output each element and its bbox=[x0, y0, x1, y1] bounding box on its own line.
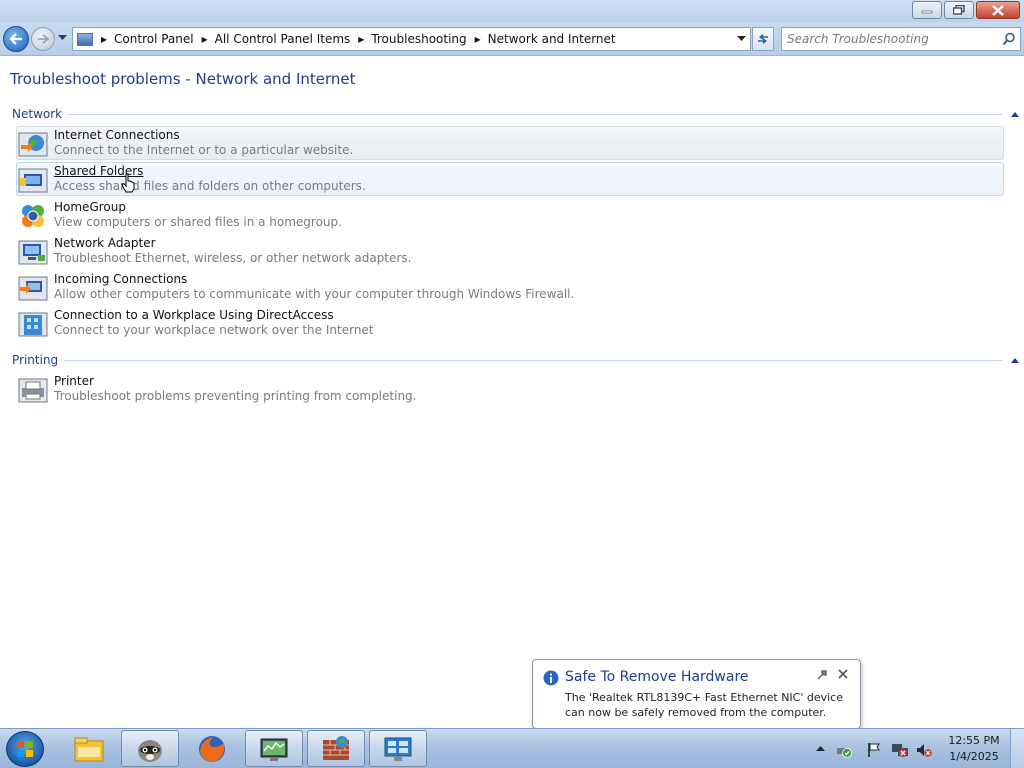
item-desc: Access shared files and folders on other… bbox=[54, 179, 366, 193]
list-item-homegroup[interactable]: HomeGroup View computers or shared files… bbox=[16, 198, 1004, 232]
hand-cursor-icon bbox=[121, 173, 135, 193]
raccoon-icon bbox=[138, 739, 162, 762]
balloon-message: The 'Realtek RTL8139C+ Fast Ethernet NIC… bbox=[565, 691, 844, 719]
control-panel-icon bbox=[77, 32, 93, 46]
action-center-flag-icon[interactable] bbox=[866, 742, 882, 758]
section-divider bbox=[64, 359, 1002, 361]
refresh-icon bbox=[758, 34, 768, 44]
back-arrow-icon bbox=[9, 33, 22, 45]
close-icon[interactable] bbox=[838, 669, 848, 679]
window-controls bbox=[912, 1, 1020, 19]
taskbar-network-monitor[interactable] bbox=[245, 730, 303, 767]
item-name: Internet Connections bbox=[54, 128, 180, 142]
network-disconnected-icon[interactable] bbox=[891, 742, 909, 758]
address-bar[interactable]: ▸ Control Panel ▸ All Control Panel Item… bbox=[72, 27, 751, 51]
show-hidden-icons-button[interactable] bbox=[816, 745, 825, 751]
wrench-options-icon[interactable] bbox=[816, 669, 828, 681]
clock-time: 12:55 PM bbox=[948, 734, 1000, 747]
search-input[interactable] bbox=[782, 28, 992, 50]
network-adapter-icon bbox=[18, 240, 48, 265]
item-desc: Connect to your workplace network over t… bbox=[54, 323, 374, 337]
restore-icon bbox=[953, 5, 965, 15]
notification-balloon[interactable]: Safe To Remove Hardware The 'Realtek RTL… bbox=[532, 659, 861, 741]
shared-folders-icon bbox=[18, 168, 48, 193]
printer-icon bbox=[18, 378, 48, 403]
clock-date: 1/4/2025 bbox=[949, 750, 999, 763]
directaccess-icon bbox=[18, 312, 48, 337]
maximize-button[interactable] bbox=[944, 1, 974, 19]
safely-remove-hardware-icon[interactable] bbox=[836, 742, 852, 758]
minimize-button[interactable] bbox=[912, 1, 942, 19]
item-name: HomeGroup bbox=[54, 200, 126, 214]
taskbar-firewall-app[interactable] bbox=[307, 730, 365, 767]
page-title: Troubleshoot problems - Network and Inte… bbox=[10, 70, 356, 88]
info-icon bbox=[543, 670, 559, 686]
system-clock[interactable]: 12:55 PM 1/4/2025 bbox=[941, 733, 1007, 765]
control-panel-icon bbox=[384, 737, 412, 761]
item-name: Printer bbox=[54, 374, 94, 388]
chevron-right-icon[interactable]: ▸ bbox=[101, 32, 107, 46]
taskbar-firefox[interactable] bbox=[183, 730, 241, 767]
refresh-button[interactable] bbox=[752, 27, 774, 51]
main-content: Troubleshoot problems - Network and Inte… bbox=[0, 57, 1024, 728]
item-name: Connection to a Workplace Using DirectAc… bbox=[54, 308, 334, 322]
list-item-directaccess[interactable]: Connection to a Workplace Using DirectAc… bbox=[16, 306, 1004, 340]
window-title-bar bbox=[0, 0, 1024, 22]
volume-muted-icon[interactable] bbox=[916, 742, 932, 758]
list-item-internet-connections[interactable]: Internet Connections Connect to the Inte… bbox=[16, 126, 1004, 160]
section-label: Network bbox=[12, 107, 69, 121]
section-header: Printing bbox=[12, 352, 1020, 368]
collapse-section-icon[interactable] bbox=[1010, 110, 1020, 118]
section-divider bbox=[68, 113, 1002, 115]
search-icon[interactable] bbox=[1002, 32, 1016, 46]
firewall-icon bbox=[323, 735, 349, 760]
taskbar-control-panel[interactable] bbox=[369, 730, 427, 767]
taskbar-file-explorer[interactable] bbox=[60, 730, 118, 767]
forward-button[interactable] bbox=[31, 27, 55, 51]
recent-pages-dropdown-icon[interactable] bbox=[58, 35, 67, 41]
list-item-network-adapter[interactable]: Network Adapter Troubleshoot Ethernet, w… bbox=[16, 234, 1004, 268]
item-desc: Connect to the Internet or to a particul… bbox=[54, 143, 354, 157]
item-name: Network Adapter bbox=[54, 236, 156, 250]
chevron-right-icon[interactable]: ▸ bbox=[202, 32, 208, 46]
collapse-section-icon[interactable] bbox=[1010, 356, 1020, 364]
show-desktop-button[interactable] bbox=[1010, 729, 1024, 768]
list-item-printer[interactable]: Printer Troubleshoot problems preventing… bbox=[16, 372, 1004, 406]
internet-connections-icon bbox=[18, 132, 48, 157]
back-button[interactable] bbox=[3, 26, 29, 52]
list-item-incoming-connections[interactable]: Incoming Connections Allow other compute… bbox=[16, 270, 1004, 304]
item-desc: Troubleshoot Ethernet, wireless, or othe… bbox=[54, 251, 412, 265]
homegroup-icon bbox=[22, 205, 44, 227]
close-button[interactable] bbox=[976, 1, 1020, 19]
breadcrumb-control-panel[interactable]: Control Panel bbox=[114, 32, 194, 46]
section-label: Printing bbox=[12, 353, 65, 367]
folder-icon bbox=[74, 737, 104, 761]
breadcrumb-all-items[interactable]: All Control Panel Items bbox=[215, 32, 351, 46]
close-x-icon bbox=[992, 4, 1004, 16]
item-desc: View computers or shared files in a home… bbox=[54, 215, 342, 229]
section-header: Network bbox=[12, 106, 1020, 122]
chevron-right-icon[interactable]: ▸ bbox=[475, 32, 481, 46]
forward-arrow-icon bbox=[38, 34, 49, 44]
taskbar-raccoon-app[interactable] bbox=[121, 730, 179, 767]
chevron-right-icon[interactable]: ▸ bbox=[358, 32, 364, 46]
search-box[interactable] bbox=[781, 27, 1021, 51]
breadcrumb: ▸ Control Panel ▸ All Control Panel Item… bbox=[93, 32, 616, 46]
breadcrumb-troubleshooting[interactable]: Troubleshooting bbox=[371, 32, 466, 46]
taskbar: 12:55 PM 1/4/2025 bbox=[0, 728, 1024, 768]
item-desc: Allow other computers to communicate wit… bbox=[54, 287, 575, 301]
start-button[interactable] bbox=[6, 731, 44, 767]
item-name: Incoming Connections bbox=[54, 272, 188, 286]
address-dropdown-icon[interactable] bbox=[737, 36, 746, 42]
network-monitor-icon bbox=[260, 738, 288, 761]
balloon-title: Safe To Remove Hardware bbox=[565, 669, 749, 685]
navigation-bar: ▸ Control Panel ▸ All Control Panel Item… bbox=[0, 22, 1024, 56]
windows-logo-icon bbox=[17, 741, 33, 757]
minimize-icon bbox=[921, 10, 933, 14]
breadcrumb-network-internet[interactable]: Network and Internet bbox=[488, 32, 616, 46]
incoming-connections-icon bbox=[18, 276, 48, 301]
list-item-shared-folders[interactable]: Shared Folders Access shared files and f… bbox=[16, 162, 1004, 196]
firefox-icon bbox=[199, 735, 225, 762]
item-desc: Troubleshoot problems preventing printin… bbox=[54, 389, 417, 403]
